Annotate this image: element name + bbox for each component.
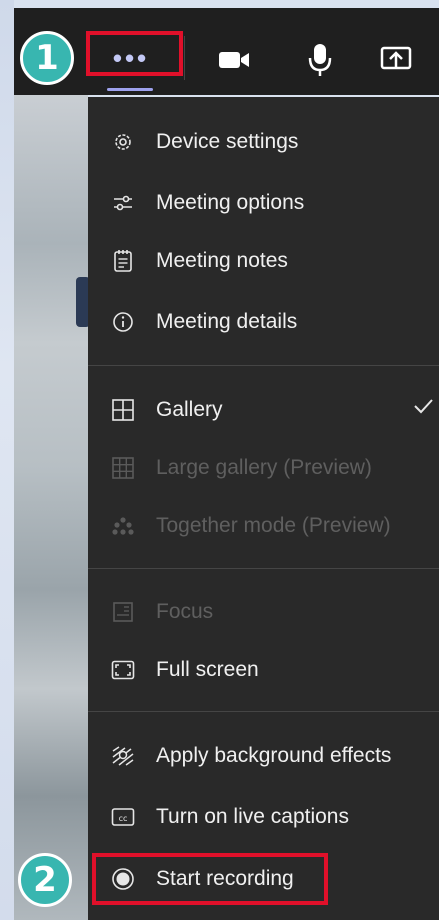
meeting-toolbar: •••: [14, 8, 439, 95]
checkmark-icon: [413, 397, 439, 423]
gear-icon: [110, 129, 136, 155]
svg-text:cc: cc: [119, 814, 128, 823]
menu-item-label: Meeting options: [156, 191, 305, 214]
toolbar-divider: [184, 36, 185, 80]
microphone-button[interactable]: [300, 38, 340, 82]
menu-item-label: Together mode (Preview): [156, 514, 391, 537]
menu-item-together-mode: Together mode (Preview): [88, 501, 439, 551]
menu-item-label: Focus: [156, 600, 214, 623]
full-screen-icon: [110, 657, 136, 683]
menu-item-label: Meeting notes: [156, 249, 288, 272]
start-recording-highlight: [92, 853, 328, 905]
menu-item-full-screen[interactable]: Full screen: [88, 645, 439, 695]
menu-item-meeting-notes[interactable]: Meeting notes: [88, 236, 439, 286]
info-icon: [110, 309, 136, 335]
notes-icon: [110, 248, 136, 274]
menu-item-label: Device settings: [156, 130, 299, 153]
large-gallery-grid-icon: [110, 455, 136, 481]
menu-item-label: Full screen: [156, 658, 259, 681]
menu-item-focus: Focus: [88, 587, 439, 637]
menu-item-background-effects[interactable]: Apply background effects: [88, 731, 439, 781]
menu-item-meeting-details[interactable]: Meeting details: [88, 297, 439, 347]
menu-item-meeting-options[interactable]: Meeting options: [88, 178, 439, 228]
video-background: [14, 95, 90, 920]
microphone-icon: [308, 44, 332, 76]
menu-item-gallery[interactable]: Gallery: [88, 385, 439, 435]
menu-item-large-gallery: Large gallery (Preview): [88, 443, 439, 493]
menu-item-label: Gallery: [156, 398, 223, 421]
focus-icon: [110, 599, 136, 625]
active-indicator: [107, 88, 153, 91]
closed-captions-icon: cc: [110, 804, 136, 830]
sliders-icon: [110, 190, 136, 216]
menu-divider: [88, 711, 439, 712]
video-camera-icon: [219, 52, 249, 68]
menu-divider: [88, 365, 439, 366]
together-mode-icon: [110, 513, 136, 539]
menu-item-label: Apply background effects: [156, 744, 392, 767]
background-effects-icon: [110, 743, 136, 769]
step-badge-1: 1: [20, 31, 74, 85]
step-badge-2: 2: [18, 853, 72, 907]
menu-divider: [88, 568, 439, 569]
page-background: [0, 0, 14, 920]
share-screen-button[interactable]: [376, 40, 416, 80]
menu-item-label: Large gallery (Preview): [156, 456, 372, 479]
share-screen-icon: [380, 46, 412, 70]
camera-button[interactable]: [214, 40, 254, 80]
menu-item-device-settings[interactable]: Device settings: [88, 117, 439, 167]
more-actions-highlight: [86, 31, 183, 76]
gallery-grid-icon: [110, 397, 136, 423]
menu-item-label: Turn on live captions: [156, 805, 349, 828]
menu-item-label: Meeting details: [156, 310, 298, 333]
menu-item-live-captions[interactable]: cc Turn on live captions: [88, 792, 439, 842]
more-actions-menu: Device settings Meeting options Meeting …: [88, 97, 439, 920]
